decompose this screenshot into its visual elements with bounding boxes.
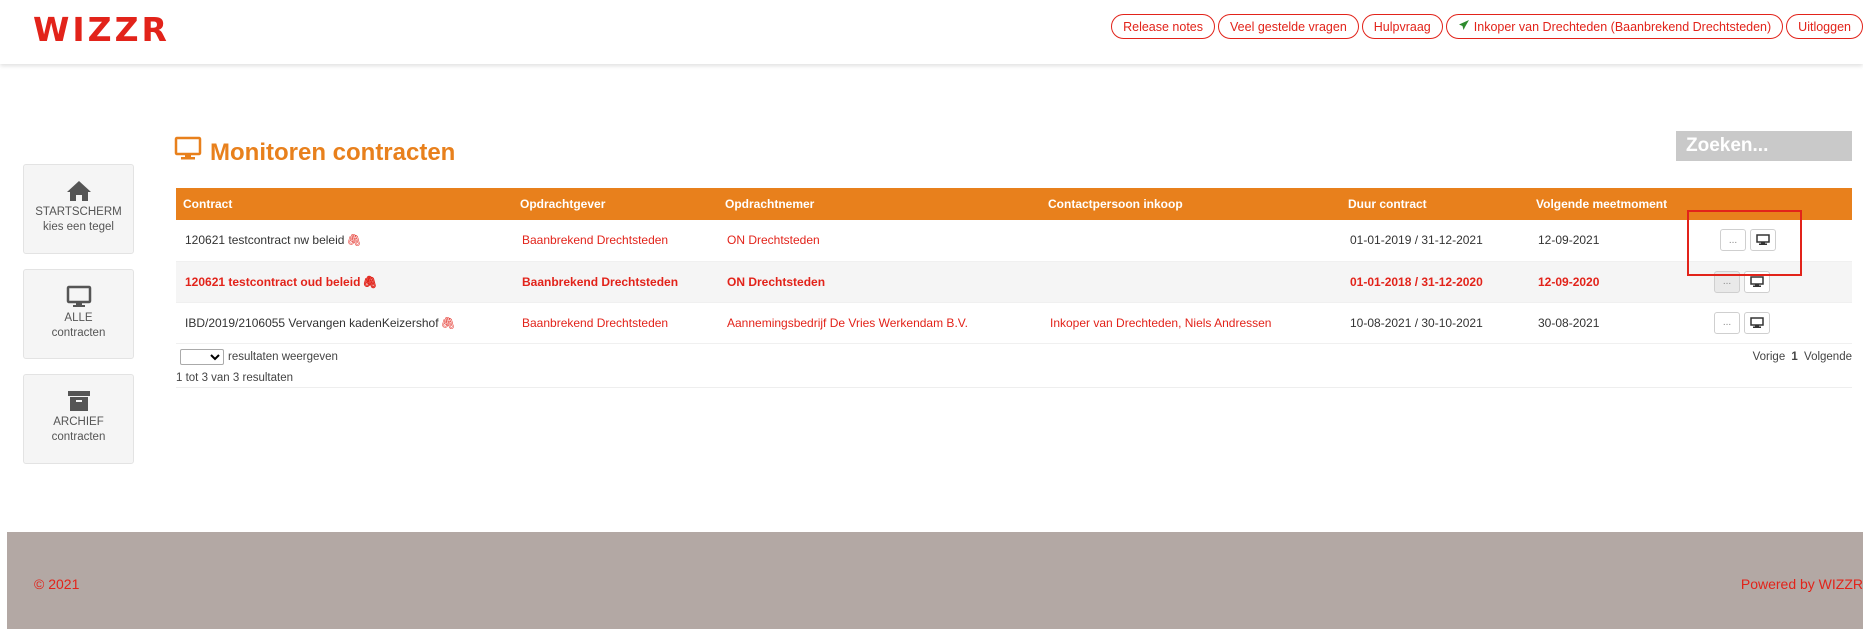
logout-button[interactable]: Uitloggen <box>1786 14 1863 39</box>
top-nav: Release notes Veel gestelde vragen Hulpv… <box>1111 14 1863 39</box>
help-request-button[interactable]: Hulpvraag <box>1361 14 1443 39</box>
monitor-icon <box>174 136 202 169</box>
more-options-button[interactable]: ... <box>1714 311 1740 334</box>
copyright: © 2021 <box>34 576 80 592</box>
tile-title: ALLE <box>64 312 93 324</box>
column-header-duur[interactable]: Duur contract <box>1341 188 1529 220</box>
cell-meetmoment: 12-09-2020 <box>1529 261 1679 303</box>
paperclip-icon: 🖇 <box>346 233 362 248</box>
monitor-button[interactable] <box>1744 311 1770 334</box>
cell-opdrachtgever[interactable]: Baanbrekend Drechtsteden <box>513 220 718 262</box>
cell-opdrachtnemer[interactable]: ON Drechtsteden <box>718 220 1041 262</box>
cell-opdrachtgever[interactable]: Baanbrekend Drechtsteden <box>513 302 718 344</box>
top-header: WIZZR Release notes Veel gestelde vragen… <box>0 0 1863 64</box>
tile-title: STARTSCHERM <box>35 206 122 218</box>
cell-contactpersoon <box>1041 261 1341 303</box>
cell-meetmoment: 12-09-2021 <box>1529 220 1679 262</box>
monitor-button[interactable] <box>1744 270 1770 293</box>
home-icon <box>24 179 133 203</box>
wizzr-logo[interactable]: WIZZR <box>33 10 170 49</box>
cell-contract[interactable]: IBD/2019/2106055 Vervangen kadenKeizersh… <box>176 302 513 344</box>
page-footer: © 2021 Powered by WIZZR <box>7 532 1863 629</box>
column-header-contactpersoon[interactable]: Contactpersoon inkoop <box>1041 188 1341 220</box>
monitor-icon <box>1750 275 1764 287</box>
cell-duur: 01-01-2018 / 31-12-2020 <box>1341 261 1529 303</box>
tile-subtitle: contracten <box>51 431 106 443</box>
cell-contract[interactable]: 120621 testcontract oud beleid 🖇 <box>176 261 513 303</box>
cell-duur: 01-01-2019 / 31-12-2021 <box>1341 220 1529 262</box>
table-row: 120621 testcontract nw beleid 🖇 Baanbreke… <box>176 220 1852 262</box>
pagination-next[interactable]: Volgende <box>1804 351 1852 363</box>
cell-contract[interactable]: 120621 testcontract nw beleid 🖇 <box>176 220 513 262</box>
cell-actions: ... <box>1679 302 1852 344</box>
cell-contactpersoon[interactable]: Inkoper van Drechteden, Niels Andressen <box>1041 302 1341 344</box>
release-notes-button[interactable]: Release notes <box>1111 14 1216 39</box>
user-profile-button[interactable]: Inkoper van Drechteden (Baanbrekend Drec… <box>1445 14 1784 39</box>
cell-actions: ... <box>1679 261 1852 303</box>
tile-alle-contracten[interactable]: ALLE contracten <box>23 269 134 359</box>
paper-plane-icon <box>1458 19 1470 34</box>
table-row: IBD/2019/2106055 Vervangen kadenKeizersh… <box>176 302 1852 344</box>
paperclip-icon: 🖇 <box>440 315 456 330</box>
cell-opdrachtnemer[interactable]: ON Drechtsteden <box>718 261 1041 303</box>
tile-startscherm[interactable]: STARTSCHERM kies een tegel <box>23 164 134 254</box>
monitor-icon <box>1756 234 1770 246</box>
pagination-current[interactable]: 1 <box>1791 351 1797 363</box>
tile-subtitle: kies een tegel <box>43 221 114 233</box>
monitor-icon <box>24 285 133 309</box>
powered-by-link[interactable]: Powered by WIZZR <box>1741 576 1863 592</box>
monitor-icon <box>1750 316 1764 328</box>
pagination: Vorige 1 Volgende <box>1753 351 1852 363</box>
more-options-button[interactable]: ... <box>1714 270 1740 293</box>
table-header-row: Contract Opdrachtgever Opdrachtnemer Con… <box>176 188 1852 220</box>
tile-archief-contracten[interactable]: ARCHIEF contracten <box>23 374 134 464</box>
tile-title: ARCHIEF <box>53 416 104 428</box>
paperclip-icon: 🖇 <box>362 274 378 289</box>
page-size-select[interactable] <box>180 349 224 365</box>
table-footer: resultaten weergeven 1 tot 3 van 3 resul… <box>176 346 1852 388</box>
cell-meetmoment: 30-08-2021 <box>1529 302 1679 344</box>
archive-icon <box>24 389 133 413</box>
tile-subtitle: contracten <box>51 327 106 339</box>
column-header-opdrachtnemer[interactable]: Opdrachtnemer <box>718 188 1041 220</box>
page-title: Monitoren contracten <box>174 136 455 169</box>
more-options-button[interactable]: ... <box>1720 229 1746 252</box>
column-header-actions <box>1679 188 1852 220</box>
search-input[interactable] <box>1676 131 1852 161</box>
result-count: 1 tot 3 van 3 resultaten <box>176 372 293 384</box>
contracts-table: Contract Opdrachtgever Opdrachtnemer Con… <box>176 188 1852 344</box>
cell-opdrachtnemer[interactable]: Aannemingsbedrijf De Vries Werkendam B.V… <box>718 302 1041 344</box>
cell-duur: 10-08-2021 / 30-10-2021 <box>1341 302 1529 344</box>
page-size-label: resultaten weergeven <box>228 351 338 363</box>
table-row: 120621 testcontract oud beleid 🖇 Baanbrek… <box>176 261 1852 303</box>
column-header-meetmoment[interactable]: Volgende meetmoment <box>1529 188 1679 220</box>
cell-actions: ... <box>1679 220 1852 262</box>
page-title-text: Monitoren contracten <box>210 138 456 166</box>
column-header-opdrachtgever[interactable]: Opdrachtgever <box>513 188 718 220</box>
cell-contactpersoon <box>1041 220 1341 262</box>
cell-opdrachtgever[interactable]: Baanbrekend Drechtsteden <box>513 261 718 303</box>
pagination-prev[interactable]: Vorige <box>1753 351 1786 363</box>
monitor-button[interactable] <box>1750 229 1776 252</box>
column-header-contract[interactable]: Contract <box>176 188 513 220</box>
faq-button[interactable]: Veel gestelde vragen <box>1218 14 1359 39</box>
